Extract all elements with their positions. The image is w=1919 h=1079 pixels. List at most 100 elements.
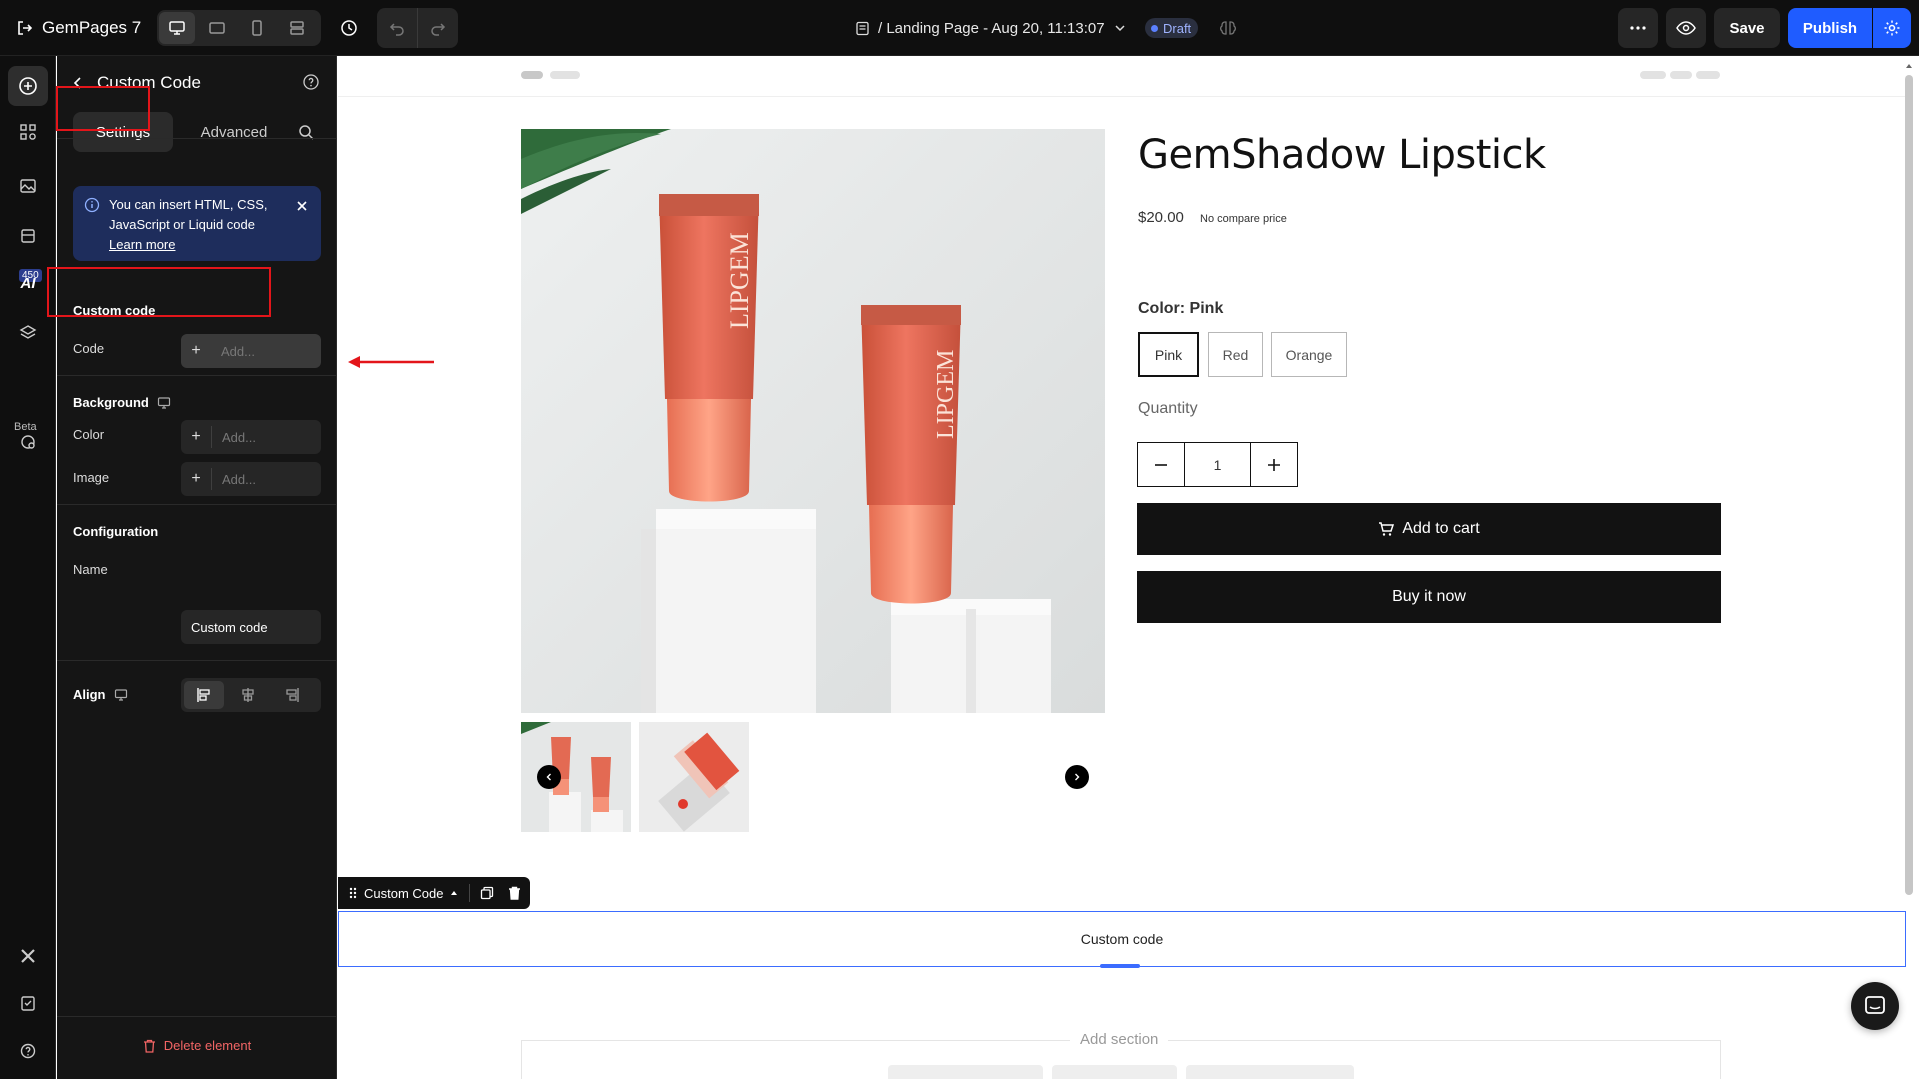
custom-code-text: Custom code — [1080, 931, 1164, 947]
help-button[interactable] — [8, 1031, 48, 1071]
product-main-image[interactable]: LIPGEM LIPGEM — [521, 129, 1105, 713]
field-separator — [211, 426, 212, 448]
drag-handle-icon[interactable] — [348, 886, 358, 900]
layout-view-button[interactable] — [279, 12, 315, 44]
ai-assistant-button[interactable] — [1216, 16, 1240, 40]
add-section-label[interactable]: Add section — [1070, 1031, 1169, 1048]
cart-icon — [1379, 522, 1395, 536]
tab-advanced[interactable]: Advanced — [185, 112, 283, 152]
sections-button[interactable] — [8, 112, 48, 152]
align-right-icon — [286, 688, 299, 702]
page-title-selector[interactable]: / Landing Page - Aug 20, 11:13:07 — [855, 14, 1127, 42]
app-logo[interactable]: GemPages 7 — [16, 14, 141, 42]
publish-button[interactable]: Publish — [1788, 8, 1872, 48]
code-add-field[interactable]: + Add... — [181, 334, 321, 368]
help-circle-icon[interactable] — [302, 73, 320, 91]
custom-code-element[interactable]: Custom code — [338, 911, 1906, 967]
compare-price: No compare price — [1200, 213, 1287, 225]
configuration-section-text: Configuration — [73, 524, 159, 539]
info-message: You can insert HTML, CSS, JavaScript or … — [109, 195, 284, 255]
code-label: Code — [73, 341, 105, 356]
quantity-input[interactable]: 1 — [1184, 443, 1251, 486]
x-button[interactable] — [8, 936, 48, 976]
trash-icon — [143, 1039, 155, 1053]
duplicate-icon[interactable] — [480, 886, 494, 900]
add-element-button[interactable] — [8, 66, 48, 106]
align-center-button[interactable] — [228, 681, 268, 709]
gear-icon — [1884, 20, 1900, 36]
canvas-scrollbar[interactable] — [1905, 75, 1913, 895]
left-icon-rail: 450 AI Beta — [0, 56, 56, 1079]
product-price: $20.00 — [1138, 209, 1184, 226]
chevron-left-icon — [546, 773, 551, 781]
caret-up-icon[interactable] — [449, 888, 459, 898]
thumbnail-prev-button[interactable] — [537, 765, 561, 789]
chat-icon — [1865, 996, 1885, 1014]
layers-button[interactable] — [8, 313, 48, 353]
assets-button[interactable] — [8, 216, 48, 256]
image-icon — [20, 179, 36, 193]
color-option-pink[interactable]: Pink — [1138, 332, 1199, 377]
clipboard-button[interactable] — [8, 983, 48, 1023]
settings-panel: Custom Code Settings Advanced You can in… — [47, 56, 337, 1079]
plus-icon: + — [191, 470, 201, 487]
resize-handle[interactable] — [1100, 964, 1140, 968]
section-option-placeholder[interactable] — [1052, 1065, 1177, 1079]
plus-icon: + — [191, 342, 201, 359]
tablet-icon — [209, 22, 225, 34]
color-add-field[interactable]: + Add... — [181, 420, 321, 454]
align-left-icon — [197, 688, 210, 702]
trash-icon[interactable] — [508, 886, 521, 900]
more-options-button[interactable] — [1618, 8, 1658, 48]
lipstick-product-illustration: LIPGEM LIPGEM — [521, 129, 1105, 713]
color-option-orange[interactable]: Orange — [1271, 332, 1347, 377]
ai-tools-button[interactable]: AI — [8, 263, 48, 303]
name-input[interactable]: Custom code — [181, 610, 321, 644]
section-option-placeholder[interactable] — [888, 1065, 1043, 1079]
add-to-cart-button[interactable]: Add to cart — [1137, 503, 1721, 555]
preview-button[interactable] — [1666, 8, 1706, 48]
quantity-increase-button[interactable] — [1251, 443, 1297, 486]
quantity-decrease-button[interactable] — [1138, 443, 1184, 486]
add-to-cart-label: Add to cart — [1402, 520, 1480, 537]
scroll-up-arrow-icon[interactable] — [1905, 62, 1913, 70]
global-style-button[interactable] — [8, 422, 48, 462]
buy-now-label: Buy it now — [1392, 588, 1466, 605]
product-thumbnail[interactable] — [639, 722, 749, 832]
toolbar-separator — [469, 884, 471, 902]
chat-support-button[interactable] — [1851, 982, 1899, 1030]
x-logo-icon — [21, 949, 35, 963]
mobile-icon — [252, 20, 262, 36]
field-separator — [211, 468, 212, 490]
exit-icon — [18, 21, 33, 35]
publish-settings-button[interactable] — [1873, 8, 1911, 48]
align-left-button[interactable] — [184, 681, 224, 709]
mobile-view-button[interactable] — [239, 12, 275, 44]
redo-button[interactable] — [417, 8, 457, 48]
nav-placeholder — [1696, 71, 1720, 79]
section-option-placeholder[interactable] — [1186, 1065, 1354, 1079]
undo-button[interactable] — [377, 8, 417, 48]
learn-more-link[interactable]: Learn more — [109, 235, 284, 255]
delete-element-button[interactable]: Delete element — [57, 1038, 337, 1053]
align-right-button[interactable] — [272, 681, 312, 709]
close-icon[interactable] — [295, 199, 309, 213]
element-toolbar: Custom Code — [338, 877, 530, 909]
desktop-view-button[interactable] — [159, 12, 195, 44]
buy-now-button[interactable]: Buy it now — [1137, 571, 1721, 623]
pages-button[interactable] — [8, 166, 48, 206]
plus-circle-icon — [19, 77, 37, 95]
save-button[interactable]: Save — [1714, 8, 1780, 48]
thumbnail-next-button[interactable] — [1065, 765, 1089, 789]
image-placeholder: Add... — [222, 471, 256, 487]
nav-placeholder — [1640, 71, 1666, 79]
history-button[interactable] — [335, 14, 363, 42]
image-add-field[interactable]: + Add... — [181, 462, 321, 496]
clipboard-icon — [21, 996, 35, 1011]
info-text: You can insert HTML, CSS, JavaScript or … — [109, 197, 268, 232]
tablet-view-button[interactable] — [199, 12, 235, 44]
desktop-icon — [157, 396, 170, 409]
breadcrumb-placeholder — [521, 71, 543, 79]
color-option-red[interactable]: Red — [1208, 332, 1263, 377]
element-name[interactable]: Custom Code — [364, 886, 443, 901]
